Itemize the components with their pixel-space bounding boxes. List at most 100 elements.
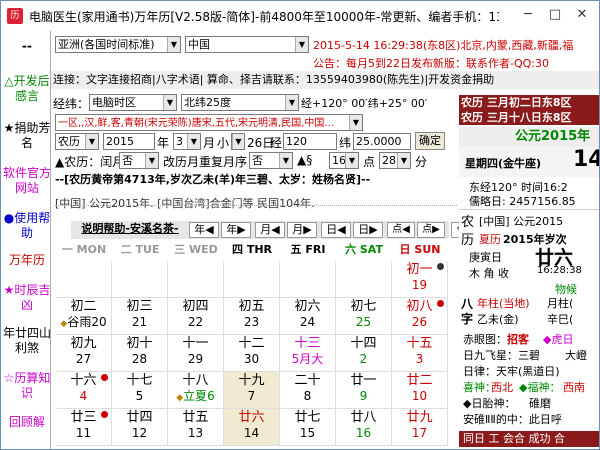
repeat-month-select[interactable]: 否 ▼ [249,152,293,169]
gregorian-day-text: 22 [187,315,204,329]
calendar-cell[interactable]: 廿五 13 [168,409,224,446]
link-bar[interactable]: 连接：文字连接招商|八字术语| 算命、择吉请联系：13559403980(陈先生… [51,71,599,89]
lunar-day: 初三 [126,299,153,314]
lunar-day: 初六 [294,299,321,314]
left-nav-donate[interactable]: ★捐助芳名 [3,121,51,151]
calendar-cell[interactable]: 初四 22 [168,298,224,335]
calendar-cell[interactable]: 初二 ◆谷雨20 [56,298,112,335]
weekday-en: TUE [135,243,160,256]
gregorian-day-text: 11 [75,426,92,440]
year-input[interactable]: 2015 [103,133,155,150]
nianzhu-label: 年柱(当地) [477,297,530,310]
calendar-cell[interactable]: 初一 19 [392,261,448,298]
gregorian-day: 10 [392,389,447,404]
month-flag-select[interactable]: ▼ [231,133,245,150]
weekday-cn: 六 [345,243,357,256]
calendar-cell[interactable]: 初八 26 [392,298,448,335]
calendar-cell[interactable]: 初十 28 [112,335,168,372]
calendar-cell[interactable]: 十五 3 [392,335,448,372]
left-nav-feedback[interactable]: △开发后感言 [3,74,51,104]
day-next-button[interactable]: 日▶ [353,222,383,238]
left-nav-24shan[interactable]: 年廿四山利煞 [3,326,51,356]
gengyin-day: 庚寅日 [469,251,502,264]
month-prev-button[interactable]: 月◀ [255,222,285,238]
beiwei-select[interactable]: 北纬25度 ▼ [181,94,299,111]
calendar-cell[interactable]: 十三 5月大 [280,335,336,372]
confirm-button[interactable]: 确定 [415,132,445,150]
jing-input[interactable]: 120 [283,133,337,150]
calendar-cell[interactable]: 廿六 14 [224,409,280,446]
calendar-cell[interactable]: 廿七 15 [280,409,336,446]
point-prev-button[interactable]: 点◀ [387,222,415,238]
calendar-cell[interactable]: 廿一 9 [336,372,392,409]
calendar-cell[interactable]: 廿二 10 [392,372,448,409]
weekday-en: SUN [414,243,441,256]
country-select[interactable]: 中国 ▼ [185,36,309,53]
point-next-button[interactable]: 点▶ [417,222,445,238]
calendar-cell[interactable]: 十一 29 [168,335,224,372]
weekday-en: FRI [305,243,326,256]
left-nav-help[interactable]: ●使用帮助 [3,211,51,241]
calendar-cell[interactable]: 初六 24 [280,298,336,335]
weekday-1: 二 TUE [112,239,168,261]
calendar-cell[interactable]: 初七 25 [336,298,392,335]
notice-text: 公告：每月5到22日发布新版：联系作者-QQ:30 [313,57,549,70]
calendar-cell[interactable]: 十八 ◆立夏6 [168,372,224,409]
calendar-cell[interactable]: 初五 23 [224,298,280,335]
calendar-cell[interactable]: 初九 27 [56,335,112,372]
calendar-cell[interactable]: 十二 30 [224,335,280,372]
year-next-button[interactable]: 年▶ [221,222,251,238]
calendar-cell[interactable]: 十四 2 [336,335,392,372]
gregorian-day: 11 [56,426,111,441]
gregorian-day: 15 [280,426,335,441]
moon-phase-icon [101,411,108,418]
minute-select[interactable]: 28 ▼ [379,152,411,169]
lunar-day: 十一 [182,336,209,351]
jingdu-select[interactable]: 电脑时区 ▼ [89,94,177,111]
weekday-0: 一 MON [56,239,112,261]
maximize-button[interactable]: □ [544,5,566,25]
minimize-button[interactable]: ─ [517,5,539,25]
left-nav-calendar[interactable]: 万年历 [3,253,51,268]
calendar-cell[interactable]: 廿三 11 [56,409,112,446]
calendar-cell[interactable]: 初三 21 [112,298,168,335]
calendar-type-select[interactable]: 农历 ▼ [55,133,99,150]
year-prev-button[interactable]: 年◀ [189,222,219,238]
left-nav-lisuan[interactable]: ☆历算知识 [3,371,51,401]
hour-select[interactable]: 16 ▼ [329,152,359,169]
calendar-cell[interactable]: 廿四 12 [112,409,168,446]
li-label: 历 [461,233,475,248]
gregorian-day: 5月大 [280,352,335,367]
left-nav-huigu[interactable]: 回顾解 [3,415,51,430]
close-button[interactable]: ✕ [571,5,593,25]
gregorian-day-text: 30 [243,352,260,366]
gregorian-day-text: 8 [303,389,312,403]
gregorian-day-text: 2 [359,352,368,366]
month-next-button[interactable]: 月▶ [287,222,317,238]
gregorian-day-text: 4 [79,389,88,403]
calendar-cell[interactable]: 二十 8 [280,372,336,409]
weekday-cn: 四 [231,243,243,256]
week-label: 星期四(金牛座) [465,157,542,170]
help-link[interactable]: 说明帮助-安溪名茶- [71,222,189,238]
wei-input[interactable]: 25.0000 [353,133,411,150]
gregorian-day-text: 16 [355,426,372,440]
calendar-cell[interactable]: 廿九 17 [392,409,448,446]
repeat-month-label: 改历月重复月序 [163,155,248,169]
yiwei-value: 乙未(金) [477,313,519,326]
weekday-en: THR [246,243,273,256]
calendar-cell[interactable]: 十六 4 [56,372,112,409]
gregorian-day-text: 24 [299,315,316,329]
calendar-cell[interactable]: 十七 5 [112,372,168,409]
timezone-select[interactable]: 亚洲(各国时间标准) ▼ [55,36,181,53]
lunar-day: 初四 [182,299,209,314]
day-prev-button[interactable]: 日◀ [321,222,351,238]
leap-select[interactable]: 否 ▼ [119,152,159,169]
left-nav-website[interactable]: 软件官方网站 [3,166,51,196]
era-select[interactable]: 一区,,汉,鲜,客,青朝(宋元荣陈)唐宋,五代,宋元明清,民国,中国... ▼ [55,114,363,131]
lunar-day: 初十 [126,336,153,351]
month-select[interactable]: 3 ▼ [173,133,201,150]
calendar-cell[interactable]: 十九 7 [224,372,280,409]
calendar-cell[interactable]: 廿八 16 [336,409,392,446]
left-nav-shichen[interactable]: ★时辰吉凶 [3,283,51,313]
